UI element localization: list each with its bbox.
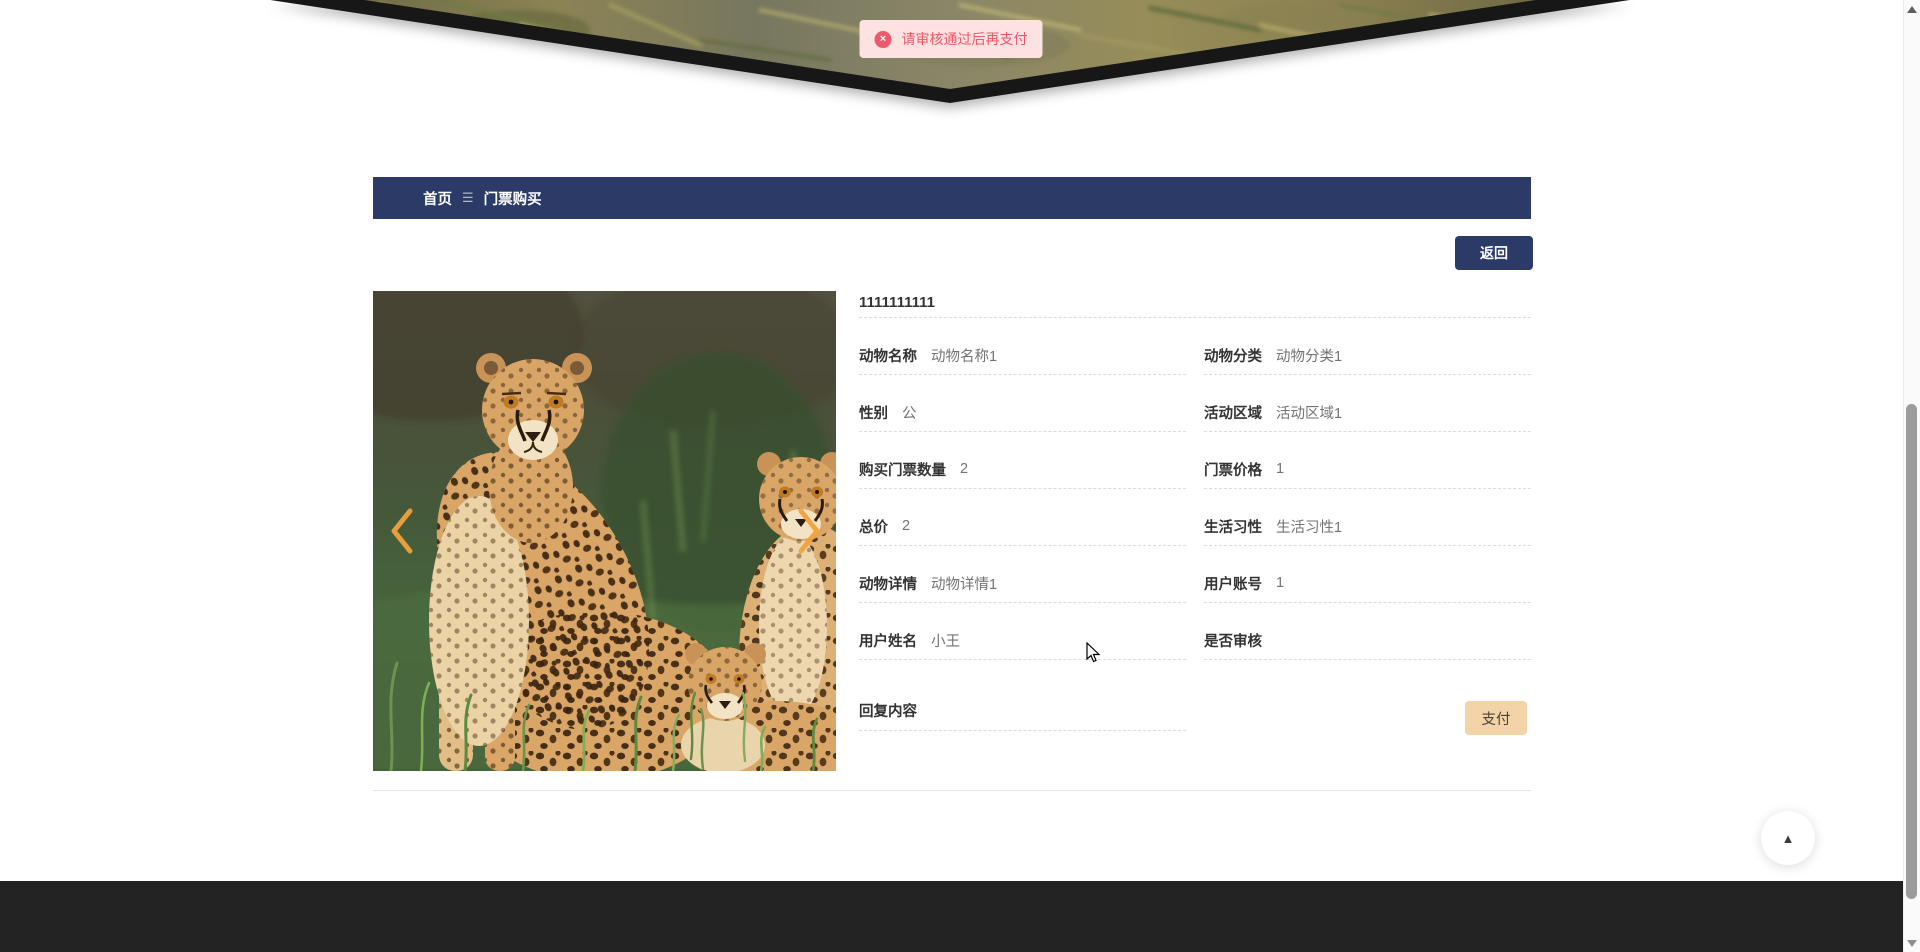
- menu-icon: ☰: [462, 190, 474, 205]
- scrollbar-up-arrow-icon[interactable]: [1907, 6, 1917, 13]
- hero-banner-chevron: [270, 0, 1630, 103]
- toast-text: 请审核通过后再支付: [901, 31, 1028, 47]
- field-value: 动物名称1: [931, 348, 998, 365]
- field-label: 动物详情: [859, 576, 917, 593]
- pay-button[interactable]: 支付: [1465, 701, 1527, 735]
- scrollbar-thumb[interactable]: [1906, 404, 1917, 899]
- field-ticket-quantity: 购买门票数量 2: [859, 432, 1186, 489]
- field-value: 动物分类1: [1276, 348, 1343, 365]
- chevron-left-icon[interactable]: [389, 506, 415, 556]
- field-value: 2: [960, 461, 969, 477]
- breadcrumb-current: 门票购买: [483, 191, 542, 208]
- field-living-habits: 生活习性 生活习性1: [1204, 489, 1531, 546]
- field-label: 购买门票数量: [859, 462, 946, 479]
- field-value: 生活习性1: [1276, 519, 1343, 536]
- content-divider: [373, 790, 1531, 791]
- field-value: 公: [902, 405, 917, 422]
- scroll-to-top-button[interactable]: ▲: [1761, 811, 1815, 865]
- field-reply-content: 回复内容: [859, 660, 1186, 731]
- order-details: 1111111111 动物名称 动物名称1 动物分类 动物分类1 性别 公 活动…: [859, 291, 1531, 735]
- field-review-status: 是否审核: [1204, 603, 1531, 660]
- breadcrumb-home-link[interactable]: 首页: [423, 188, 452, 209]
- back-button[interactable]: 返回: [1455, 236, 1533, 270]
- ticket-detail-section: 1111111111 动物名称 动物名称1 动物分类 动物分类1 性别 公 活动…: [373, 291, 1531, 771]
- field-user-account: 用户账号 1: [1204, 546, 1531, 603]
- field-value: 动物详情1: [931, 576, 998, 593]
- field-label: 生活习性: [1204, 519, 1262, 536]
- field-value: 活动区域1: [1276, 405, 1343, 422]
- footer: [0, 881, 1903, 952]
- error-circle-icon: ×: [874, 30, 892, 48]
- page: × 请审核通过后再支付 首页 ☰ 门票购买 返回 1111111111 动物名称…: [0, 0, 1903, 952]
- field-animal-details: 动物详情 动物详情1: [859, 546, 1186, 603]
- field-value: 2: [902, 518, 911, 534]
- field-label: 总价: [859, 519, 888, 536]
- field-value: 小王: [931, 633, 960, 650]
- scrollbar[interactable]: [1903, 0, 1920, 952]
- arrow-up-icon: ▲: [1781, 830, 1795, 846]
- field-user-name: 用户姓名 小王: [859, 603, 1186, 660]
- field-label: 用户账号: [1204, 576, 1262, 593]
- pay-cell: 支付: [1204, 660, 1531, 735]
- field-label: 动物分类: [1204, 348, 1262, 365]
- chevron-right-icon[interactable]: [796, 506, 822, 556]
- field-label: 门票价格: [1204, 462, 1262, 479]
- field-animal-category: 动物分类 动物分类1: [1204, 318, 1531, 375]
- field-label: 用户姓名: [859, 633, 917, 650]
- field-value: 1: [1276, 461, 1285, 477]
- field-gender: 性别 公: [859, 375, 1186, 432]
- animal-photo-carousel: [373, 291, 836, 771]
- field-animal-name: 动物名称 动物名称1: [859, 318, 1186, 375]
- field-label: 性别: [859, 405, 888, 422]
- field-total-price: 总价 2: [859, 489, 1186, 546]
- field-value: 1: [1276, 575, 1285, 591]
- field-label: 活动区域: [1204, 405, 1262, 422]
- scrollbar-down-arrow-icon[interactable]: [1907, 940, 1917, 947]
- field-activity-area: 活动区域 活动区域1: [1204, 375, 1531, 432]
- field-ticket-price: 门票价格 1: [1204, 432, 1531, 489]
- field-label: 动物名称: [859, 348, 917, 365]
- toast-message: × 请审核通过后再支付: [859, 20, 1043, 58]
- field-label: 回复内容: [859, 704, 917, 720]
- field-grid: 动物名称 动物名称1 动物分类 动物分类1 性别 公 活动区域 活动区域1 购买…: [859, 318, 1531, 735]
- field-label: 是否审核: [1204, 633, 1262, 650]
- order-title: 1111111111: [859, 291, 1531, 318]
- cheetah-photo: [373, 291, 836, 771]
- breadcrumb: 首页 ☰ 门票购买: [373, 177, 1531, 219]
